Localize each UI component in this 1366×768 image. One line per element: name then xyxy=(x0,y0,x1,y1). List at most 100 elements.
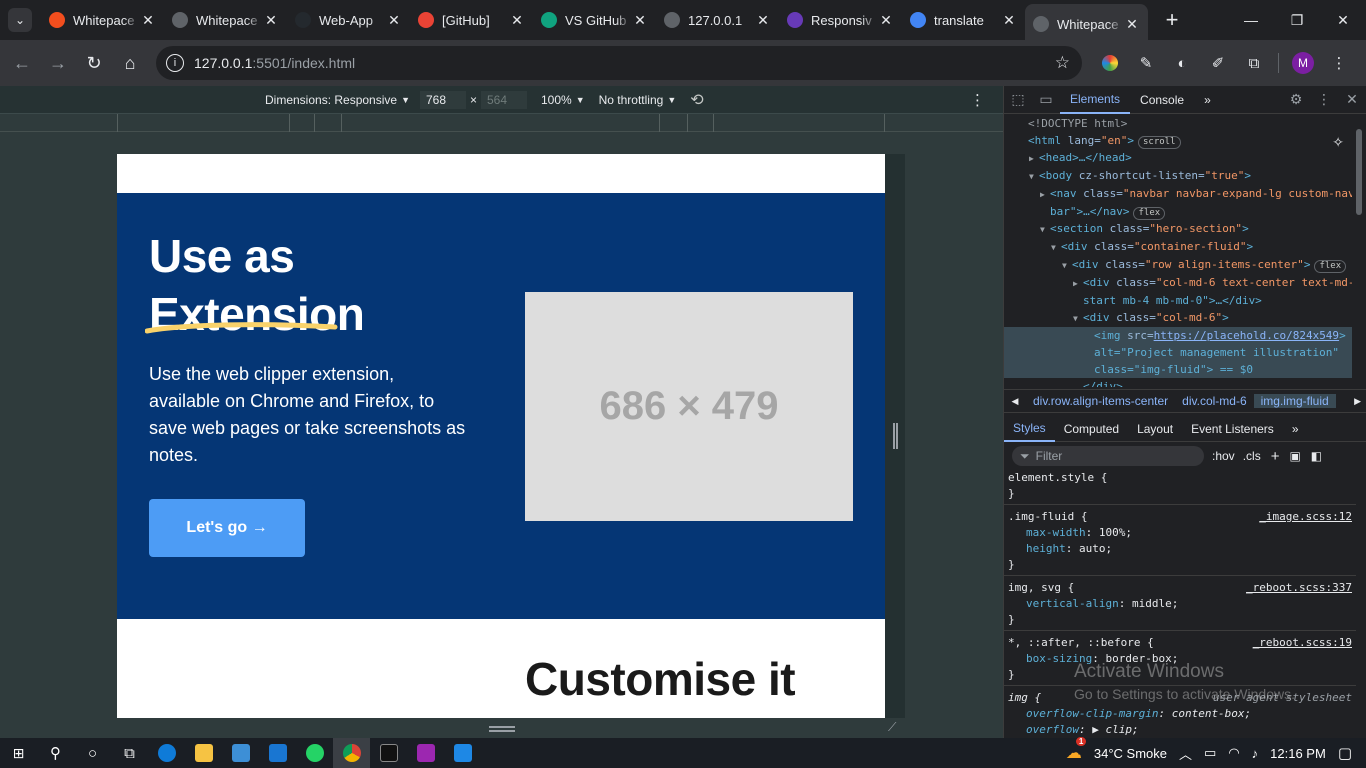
filter-input[interactable]: ⏷ Filter xyxy=(1012,446,1204,466)
store-icon[interactable] xyxy=(222,738,259,768)
weather-text[interactable]: 34°C Smoke xyxy=(1094,746,1167,761)
zoom-dropdown[interactable]: 100% ▼ xyxy=(541,93,585,107)
resize-corner-icon[interactable]: ⟋ xyxy=(888,720,896,735)
css-property[interactable]: overflow-clip-margin: content-box; xyxy=(1008,706,1352,722)
close-tab-icon[interactable]: ✕ xyxy=(878,12,894,29)
css-source-link[interactable]: _reboot.scss:19 xyxy=(1253,635,1352,651)
winrar-icon[interactable] xyxy=(407,738,444,768)
dom-node-line[interactable]: <html lang="en"> scroll xyxy=(1004,132,1352,149)
devtools-menu-icon[interactable]: ⋮ xyxy=(1310,86,1338,114)
resize-handle-right[interactable] xyxy=(893,423,898,449)
tab-elements[interactable]: Elements xyxy=(1060,86,1131,114)
accessibility-icon[interactable]: ✧ xyxy=(1332,134,1344,151)
expand-arrow-icon[interactable]: ▼ xyxy=(1029,168,1039,185)
close-tab-icon[interactable]: ✕ xyxy=(263,12,279,29)
tab-styles[interactable]: Styles xyxy=(1004,416,1055,442)
paint-icon[interactable]: ▣ xyxy=(1289,449,1300,463)
expand-arrow-icon[interactable]: ▶ xyxy=(1040,186,1050,203)
dom-scrollbar[interactable] xyxy=(1354,117,1364,385)
browser-tab[interactable]: VS GitHub ✕ xyxy=(533,4,656,36)
chrome-menu-icon[interactable]: ⋮ xyxy=(1321,45,1357,81)
expand-arrow-icon[interactable]: ▶ xyxy=(1029,150,1039,167)
close-tab-icon[interactable]: ✕ xyxy=(755,12,771,29)
lets-go-button[interactable]: Let's go → xyxy=(149,499,305,557)
close-tab-icon[interactable]: ✕ xyxy=(632,12,648,29)
dom-node-line[interactable]: ▶ <nav class="navbar navbar-expand-lg cus… xyxy=(1004,185,1352,203)
css-source-link[interactable]: _image.scss:12 xyxy=(1259,509,1352,525)
maximize-button[interactable]: ❐ xyxy=(1274,0,1320,40)
pen-extension-icon[interactable]: ✎ xyxy=(1128,45,1164,81)
site-info-icon[interactable]: i xyxy=(166,54,184,72)
dom-node-line[interactable]: ▶ <head>…</head> xyxy=(1004,149,1352,167)
css-rule[interactable]: .img-fluid {_image.scss:12 max-width: 100… xyxy=(1004,509,1356,576)
browser-tab[interactable]: Whitepace ✕ xyxy=(164,4,287,36)
colorful-extension-icon[interactable] xyxy=(1092,45,1128,81)
browser-tab[interactable]: Responsiv ✕ xyxy=(779,4,902,36)
breadcrumb-item[interactable]: div.row.align-items-center xyxy=(1026,394,1175,408)
app-icon[interactable] xyxy=(370,738,407,768)
browser-tab[interactable]: Web-App ✕ xyxy=(287,4,410,36)
close-tab-icon[interactable]: ✕ xyxy=(1001,12,1017,29)
mail-icon[interactable] xyxy=(259,738,296,768)
dom-node-line[interactable]: start mb-4 mb-md-0">…</div> xyxy=(1004,292,1352,309)
bookmark-star-icon[interactable]: ☆ xyxy=(1055,53,1070,73)
expand-arrow-icon[interactable]: ▼ xyxy=(1040,221,1050,238)
url-text[interactable]: 127.0.0.1:5501/index.html xyxy=(194,55,355,71)
inspect-element-icon[interactable]: ⬚ xyxy=(1004,86,1032,114)
clock[interactable]: 12:16 PM xyxy=(1270,746,1326,761)
tab-console[interactable]: Console xyxy=(1130,86,1194,114)
close-tab-icon[interactable]: ✕ xyxy=(140,12,156,29)
close-devtools-icon[interactable]: ✕ xyxy=(1338,86,1366,114)
vscode-icon[interactable] xyxy=(444,738,481,768)
cortana-icon[interactable]: ○ xyxy=(74,738,111,768)
tab-search-button[interactable]: ⌄ xyxy=(8,8,32,32)
css-property[interactable]: vertical-align: middle; xyxy=(1008,596,1352,612)
circle-extension-icon[interactable]: ◐ xyxy=(1164,45,1200,81)
weather-icon[interactable]: ☁ 1 xyxy=(1066,737,1087,763)
more-styles-tabs-button[interactable]: » xyxy=(1283,416,1308,442)
css-property[interactable]: overflow: ▶ clip; xyxy=(1008,722,1352,738)
layout-badge[interactable]: scroll xyxy=(1138,136,1181,149)
dom-node-line[interactable]: <img src=https://placehold.co/824x549> xyxy=(1004,327,1352,344)
browser-tab[interactable]: 127.0.0.1 ✕ xyxy=(656,4,779,36)
file-explorer-icon[interactable] xyxy=(185,738,222,768)
dom-node-line[interactable]: bar">…</nav> flex xyxy=(1004,203,1352,220)
device-more-icon[interactable]: ⋮ xyxy=(970,91,985,109)
reload-button[interactable]: ↻ xyxy=(76,45,112,81)
volume-icon[interactable]: ♪ xyxy=(1252,746,1259,761)
new-rule-icon[interactable]: + xyxy=(1271,448,1280,465)
width-input[interactable]: 768 xyxy=(419,90,466,109)
browser-tab[interactable]: translate ✕ xyxy=(902,4,1025,36)
layout-badge[interactable]: flex xyxy=(1133,207,1166,220)
browser-tab[interactable]: [GitHub] ✕ xyxy=(410,4,533,36)
expand-arrow-icon[interactable]: ▼ xyxy=(1073,310,1083,327)
layout-badge[interactable]: flex xyxy=(1314,260,1347,273)
dom-tree[interactable]: <!DOCTYPE html> <html lang="en"> scroll ▶ <h… xyxy=(1004,115,1352,387)
close-tab-icon[interactable]: ✕ xyxy=(1124,16,1140,33)
dom-node-line[interactable]: ▼ <body cz-shortcut-listen="true"> xyxy=(1004,167,1352,185)
rotate-icon[interactable]: ⟲ xyxy=(690,90,703,110)
minimize-button[interactable]: — xyxy=(1228,0,1274,40)
eyedropper-extension-icon[interactable]: ✐ xyxy=(1200,45,1236,81)
dom-node-line[interactable]: ▼ <div class="col-md-6"> xyxy=(1004,309,1352,327)
expand-arrow-icon[interactable]: ▶ xyxy=(1073,275,1083,292)
hov-toggle[interactable]: :hov xyxy=(1212,449,1235,463)
css-property[interactable]: max-width: 100%; xyxy=(1008,525,1352,541)
expand-arrow-icon[interactable]: ▼ xyxy=(1062,257,1072,274)
css-rule[interactable]: element.style {} xyxy=(1004,470,1356,505)
dom-node-line[interactable]: ▼ <div class="container-fluid"> xyxy=(1004,238,1352,256)
tray-chevron-icon[interactable]: ︿ xyxy=(1179,744,1192,763)
dimensions-dropdown[interactable]: Dimensions: Responsive ▼ xyxy=(265,93,410,107)
device-toggle-icon[interactable]: ▭ xyxy=(1032,86,1060,114)
search-icon[interactable]: ⚲ xyxy=(37,738,74,768)
height-input[interactable]: 564 xyxy=(481,90,527,109)
throttling-dropdown[interactable]: No throttling ▼ xyxy=(599,93,677,107)
breadcrumb-left-icon[interactable]: ◀ xyxy=(1004,396,1026,407)
tab-event-listeners[interactable]: Event Listeners xyxy=(1182,416,1283,442)
task-view-icon[interactable]: ⧉ xyxy=(111,738,148,768)
breadcrumb-item-selected[interactable]: img.img-fluid xyxy=(1253,394,1336,408)
dom-node-line[interactable]: ▶ <div class="col-md-6 text-center text-m… xyxy=(1004,274,1352,292)
home-button[interactable]: ⌂ xyxy=(112,45,148,81)
battery-icon[interactable]: ▭ xyxy=(1204,745,1216,761)
cls-toggle[interactable]: .cls xyxy=(1243,449,1261,463)
